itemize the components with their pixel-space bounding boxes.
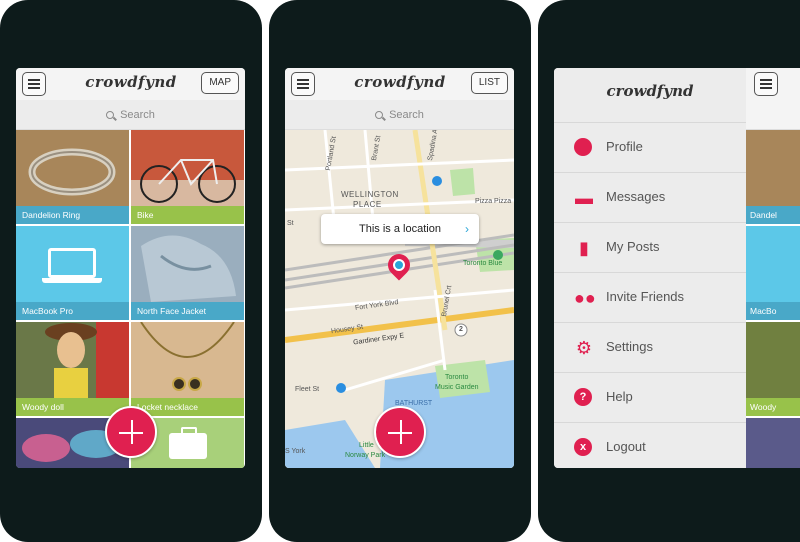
question-icon: ? [574,388,594,408]
tile-caption: Woody [746,398,800,416]
hamburger-menu-button[interactable] [754,72,778,96]
menu-item-profile[interactable]: Profile [554,122,746,172]
search-placeholder: Search [120,109,155,121]
stage: crowdfynd MAP Search Dandelion Ring Bike… [0,0,800,542]
grid-screen: crowdfynd MAP Search Dandelion Ring Bike… [16,68,245,468]
tile-caption: Dandelion Ring [16,206,129,224]
peek-tile [746,418,800,468]
tile-caption: MacBo [746,302,800,320]
location-callout[interactable]: This is a location › [321,214,479,244]
item-tile[interactable]: MacBook Pro [16,226,129,320]
x-icon: x [574,438,594,458]
route-badge: 2 [459,326,463,333]
peek-tile: Dandel [746,130,800,224]
app-logo: crowdfynd [606,82,694,100]
peek-tile: Woody [746,322,800,416]
menu-item-settings[interactable]: ⚙ Settings [554,322,746,372]
bike-photo [131,130,244,206]
top-bar: crowdfynd LIST [285,68,514,100]
menu-item-label: Help [606,389,633,404]
top-bar: crowdfynd MAP [16,68,245,100]
item-tile[interactable]: North Face Jacket [131,226,244,320]
menu-item-messages[interactable]: ▬ Messages [554,172,746,222]
menu-item-label: Invite Friends [606,289,685,304]
search-icon [375,111,384,119]
search-icon [106,111,115,119]
tile-caption: MacBook Pro [16,302,129,320]
menu-screen: crowdfynd Profile ▬ Messages ▮ My Posts … [554,68,800,468]
menu-item-help[interactable]: ? Help [554,372,746,422]
map-label: Little [359,442,374,449]
callout-label: This is a location [359,223,441,235]
map-label: WELLINGTON [341,190,399,199]
map-label: S York [285,448,306,455]
search-bar[interactable]: Search [285,100,514,130]
menu-item-label: Profile [606,139,643,154]
avatar-pin-icon [574,138,594,158]
map-label: Norway Park [345,452,386,459]
app-logo: crowdfynd [85,73,177,91]
map-label: Fleet St [295,386,320,393]
map-screen: crowdfynd LIST Search WELLINGTON PLACE P… [285,68,514,468]
map-label: Music Garden [435,384,479,391]
map-label: PLACE [353,200,382,209]
map-label: Toronto Blue [463,260,503,267]
menu-item-invite-friends[interactable]: ●● Invite Friends [554,272,746,322]
map-label: Pizza Pizza [475,198,512,205]
peek-tile: MacBo [746,226,800,320]
item-tile[interactable]: Woody doll [16,322,129,416]
locket-photo [131,322,244,398]
laptop-icon [48,248,96,278]
menu-item-label: Settings [606,339,653,354]
phone-grid-view: crowdfynd MAP Search Dandelion Ring Bike… [0,0,262,542]
ring-photo [16,130,129,206]
jacket-photo [131,226,244,302]
search-placeholder: Search [389,109,424,121]
list-button[interactable]: LIST [470,72,508,94]
map-button[interactable]: MAP [201,72,239,94]
add-post-button[interactable] [105,406,157,458]
phone-menu-view: crowdfynd Profile ▬ Messages ▮ My Posts … [538,0,800,542]
woody-photo [16,322,129,398]
clipboard-icon: ▮ [579,238,589,258]
add-post-button[interactable] [374,406,426,458]
menu-item-my-posts[interactable]: ▮ My Posts [554,222,746,272]
hamburger-menu-button[interactable] [22,72,46,96]
gear-icon: ⚙ [575,338,593,358]
hamburger-menu-button[interactable] [291,72,315,96]
search-bar[interactable]: Search [16,100,245,130]
map-label: St [287,220,294,227]
map-label: Toronto [445,374,469,381]
phone-map-view: crowdfynd LIST Search WELLINGTON PLACE P… [269,0,531,542]
menu-item-label: Logout [606,439,646,454]
suitcase-icon [169,427,207,459]
side-menu: crowdfynd Profile ▬ Messages ▮ My Posts … [554,68,746,468]
peek-grid[interactable]: Dandel MacBo Woody [746,68,800,468]
item-tile[interactable]: Locket necklace [131,322,244,416]
tile-caption: Bike [131,206,244,224]
menu-item-logout[interactable]: x Logout [554,422,746,468]
chat-bubbles-icon: ▬ [575,188,593,208]
chevron-right-icon: › [465,222,469,236]
item-tile[interactable]: Dandelion Ring [16,130,129,224]
app-logo: crowdfynd [354,73,446,91]
tile-caption: Dandel [746,206,800,224]
people-icon: ●● [574,288,596,308]
menu-item-label: Messages [606,189,666,204]
item-tile[interactable]: Bike [131,130,244,224]
tile-caption: North Face Jacket [131,302,244,320]
menu-item-label: My Posts [606,239,660,254]
